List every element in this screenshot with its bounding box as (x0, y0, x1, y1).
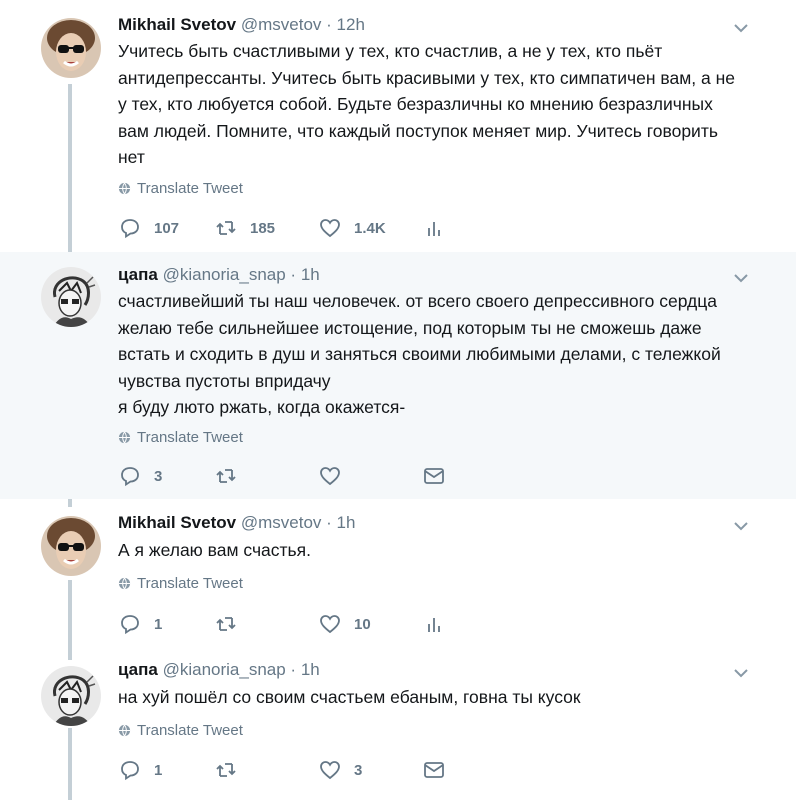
avatar[interactable] (41, 666, 101, 726)
retweet-icon (216, 763, 236, 777)
user-name[interactable]: цапа (118, 265, 158, 284)
user-handle[interactable]: @kianoria_snap (163, 660, 286, 679)
translate-tweet-link[interactable]: Translate Tweet (118, 180, 243, 197)
translate-tweet-link[interactable]: Translate Tweet (118, 429, 243, 446)
globe-icon (118, 577, 131, 590)
avatar[interactable] (41, 267, 101, 327)
like-count: 3 (354, 761, 363, 779)
tweet-actions: 107 185 1.4K (118, 216, 518, 240)
tweet-text: А я желаю вам счастья. (118, 540, 312, 560)
like-icon (320, 219, 340, 238)
caret-down-icon[interactable] (732, 664, 750, 682)
user-handle[interactable]: @kianoria_snap (163, 265, 286, 284)
separator-dot: · (290, 265, 297, 284)
timestamp[interactable]: 12h (337, 15, 365, 34)
dm-icon (424, 762, 444, 778)
retweet-button[interactable] (214, 612, 250, 636)
like-count: 1.4K (354, 219, 386, 237)
dm-button[interactable] (422, 758, 446, 782)
separator-dot: · (326, 15, 332, 34)
translate-label: Translate Tweet (137, 722, 243, 739)
reply-icon (121, 615, 139, 635)
user-handle[interactable]: @msvetov (241, 15, 322, 34)
retweet-button[interactable] (214, 464, 250, 488)
avatar[interactable] (41, 18, 101, 78)
tweet[interactable]: Mikhail Svetov @msvetov · 12h Учитесь бы… (0, 0, 796, 252)
separator-dot: · (290, 660, 297, 679)
timestamp[interactable]: 1h (301, 660, 320, 679)
dm-icon (424, 468, 444, 484)
like-count: 10 (354, 615, 371, 633)
reply-icon (121, 467, 139, 487)
like-button[interactable]: 3 (318, 758, 362, 782)
analytics-button[interactable] (422, 216, 446, 240)
reply-count: 107 (154, 219, 180, 237)
translate-label: Translate Tweet (137, 180, 243, 197)
user-name[interactable]: Mikhail Svetov (118, 15, 236, 34)
reply-button[interactable]: 1 (118, 758, 162, 782)
reply-count: 1 (154, 615, 163, 633)
analytics-button[interactable] (422, 612, 446, 636)
translate-label: Translate Tweet (137, 429, 243, 446)
tweet-actions: 3 (118, 464, 518, 488)
analytics-icon (428, 222, 440, 236)
tweet[interactable]: цапа @kianoria_snap · 1h счастливейший т… (0, 252, 796, 499)
reply-button[interactable]: 1 (118, 612, 162, 636)
reply-button[interactable]: 3 (118, 464, 162, 488)
tweet[interactable]: цапа @kianoria_snap · 1h на хуй пошёл со… (0, 649, 796, 800)
reply-count: 1 (154, 761, 163, 779)
tweet-actions: 1 3 (118, 758, 518, 782)
retweet-button[interactable] (214, 758, 250, 782)
retweet-count: 185 (250, 219, 276, 237)
like-button[interactable]: 1.4K (318, 216, 386, 240)
tweet-header: цапа @kianoria_snap · 1h (118, 659, 320, 681)
timestamp[interactable]: 1h (301, 265, 320, 284)
tweet-text: Учитесь быть счастливыми у тех, кто счас… (118, 41, 736, 167)
reply-count: 3 (154, 467, 163, 485)
retweet-icon (216, 469, 236, 483)
translate-label: Translate Tweet (137, 575, 243, 592)
tweet-header: Mikhail Svetov @msvetov · 1h (118, 512, 355, 534)
user-name[interactable]: Mikhail Svetov (118, 513, 236, 532)
separator-dot: · (326, 513, 332, 532)
like-icon (320, 615, 340, 634)
translate-tweet-link[interactable]: Translate Tweet (118, 575, 243, 592)
tweet[interactable]: Mikhail Svetov @msvetov · 1h А я желаю в… (0, 499, 796, 649)
reply-icon (121, 761, 139, 781)
analytics-icon (428, 618, 440, 632)
user-handle[interactable]: @msvetov (241, 513, 322, 532)
like-button[interactable]: 10 (318, 612, 371, 636)
tweet-text: на хуй пошёл со своим счастьем ебаным, г… (118, 687, 581, 707)
tweet-header: Mikhail Svetov @msvetov · 12h (118, 14, 365, 36)
translate-tweet-link[interactable]: Translate Tweet (118, 722, 243, 739)
avatar[interactable] (41, 516, 101, 576)
tweet-text: счастливейший ты наш человечек. от всего… (118, 291, 721, 417)
tweet-actions: 1 10 (118, 612, 518, 636)
globe-icon (118, 431, 131, 444)
caret-down-icon[interactable] (732, 517, 750, 535)
tweet-header: цапа @kianoria_snap · 1h (118, 264, 320, 286)
globe-icon (118, 724, 131, 737)
retweet-icon (216, 221, 236, 235)
retweet-icon (216, 617, 236, 631)
like-icon (320, 467, 340, 486)
timestamp[interactable]: 1h (337, 513, 356, 532)
retweet-button[interactable]: 185 (214, 216, 275, 240)
globe-icon (118, 182, 131, 195)
reply-button[interactable]: 107 (118, 216, 179, 240)
caret-down-icon[interactable] (732, 269, 750, 287)
caret-down-icon[interactable] (732, 19, 750, 37)
dm-button[interactable] (422, 464, 446, 488)
user-name[interactable]: цапа (118, 660, 158, 679)
like-button[interactable] (318, 464, 354, 488)
like-icon (320, 761, 340, 780)
reply-icon (121, 219, 139, 239)
